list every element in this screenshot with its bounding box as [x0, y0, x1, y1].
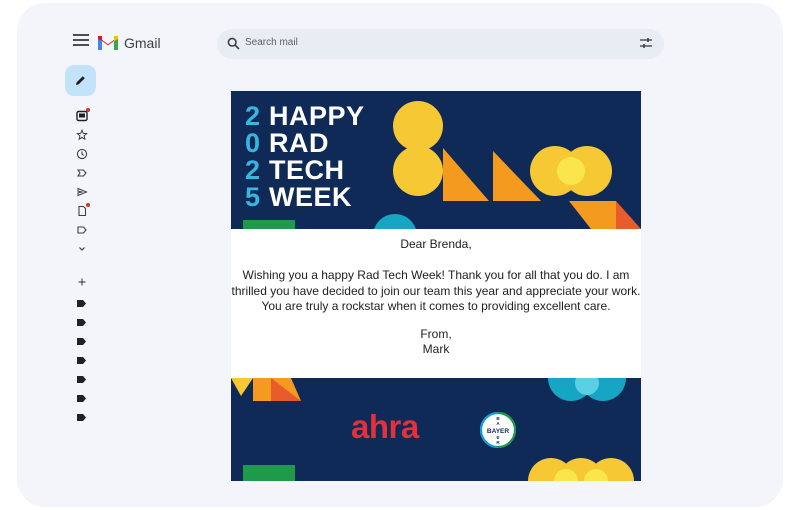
bayer-logo-icon: BAYER B A E R: [479, 411, 517, 449]
search-icon[interactable]: [227, 37, 240, 50]
pencil-icon: [76, 76, 85, 85]
search-options-icon[interactable]: [639, 37, 653, 50]
label-tag-icon[interactable]: [77, 357, 86, 364]
add-label-icon[interactable]: [76, 276, 88, 288]
label-tag-icon[interactable]: [77, 319, 86, 326]
unread-badge: [86, 108, 90, 112]
label-tag-icon[interactable]: [77, 300, 86, 307]
label-icon[interactable]: [76, 224, 88, 236]
label-tag-icon[interactable]: [77, 395, 86, 402]
banner-title-line: RAD: [269, 128, 329, 158]
email-message-text: Wishing you a happy Rad Tech Week! Thank…: [231, 268, 641, 313]
year-digit: 0: [245, 128, 261, 158]
label-tag-icon[interactable]: [77, 376, 86, 383]
email-closing: From,: [420, 327, 452, 341]
label-important-icon[interactable]: [76, 167, 88, 179]
search-input[interactable]: Search mail: [245, 37, 298, 48]
banner-year: 2 0 2 5: [245, 103, 269, 211]
email-body: Dear Brenda, Wishing you a happy Rad Tec…: [231, 229, 641, 378]
banner-title-line: HAPPY: [269, 101, 365, 131]
year-digit: 2: [245, 155, 261, 185]
gmail-logo-icon: [98, 36, 118, 50]
send-icon[interactable]: [76, 186, 88, 198]
svg-text:BAYER: BAYER: [487, 428, 509, 435]
banner-title: HAPPY RAD TECH WEEK: [269, 103, 365, 211]
email-greeting: Dear Brenda,: [400, 237, 472, 251]
email-message: 2 0 2 5 HAPPY RAD TECH WEEK Dear Brenda,…: [231, 91, 641, 481]
year-digit: 2: [245, 101, 261, 131]
main-menu-icon[interactable]: [73, 34, 89, 48]
banner-title-line: WEEK: [269, 182, 352, 212]
label-tag-icon[interactable]: [77, 414, 86, 421]
compose-button[interactable]: [65, 65, 96, 96]
draft-badge: [86, 203, 90, 207]
footer-decorative-shapes: [231, 378, 634, 481]
email-banner-top: 2 0 2 5 HAPPY RAD TECH WEEK: [231, 91, 641, 229]
ahra-logo: ahra: [351, 408, 419, 445]
chevron-down-icon[interactable]: [76, 243, 88, 255]
app-title: Gmail: [124, 35, 161, 51]
star-icon[interactable]: [76, 129, 88, 141]
email-signature: Mark: [422, 342, 450, 356]
year-digit: 5: [245, 182, 261, 212]
email-banner-bottom: ahra BAYER B A E R: [231, 378, 641, 481]
clock-icon[interactable]: [76, 148, 88, 160]
search-bar[interactable]: Search mail: [217, 29, 664, 59]
banner-title-line: TECH: [269, 155, 345, 185]
label-tag-icon[interactable]: [77, 338, 86, 345]
